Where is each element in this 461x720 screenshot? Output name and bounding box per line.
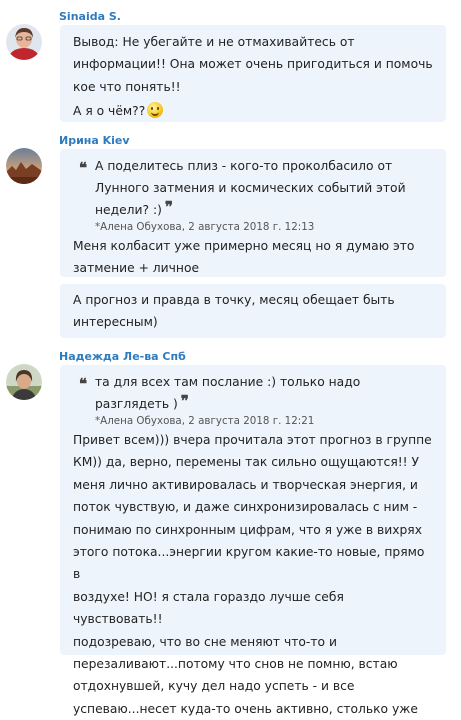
smiley-icon	[147, 102, 164, 119]
user-avatar-icon[interactable]	[6, 364, 42, 400]
quote-close-icon: ❞	[164, 198, 173, 216]
user-avatar-icon[interactable]	[6, 24, 42, 60]
author-name[interactable]: Ирина Kiev	[59, 134, 130, 147]
quote-open-icon: ❝	[79, 375, 88, 393]
message-text: Привет всем))) вчера прочитала этот прог…	[73, 433, 432, 716]
quote-bubble: ❝ та для всех там послание :) только над…	[60, 365, 446, 716]
message-text: Меня колбасит уже примерно месяц но я ду…	[73, 239, 415, 276]
quote-close-icon: ❞	[180, 392, 189, 410]
quote-open-icon: ❝	[79, 159, 88, 177]
message-text: Вывод: Не убегайте и не отмахивайтесь от…	[73, 35, 433, 94]
user-avatar-icon[interactable]	[6, 148, 42, 184]
quote-bubble: ❝ А поделитесь плиз - кого-то проколбаси…	[60, 149, 446, 277]
quoted-message: ❝ та для всех там послание :) только над…	[73, 371, 434, 429]
message-bubble: А прогноз и правда в точку, месяц обещае…	[60, 284, 446, 338]
author-name[interactable]: Надежда Ле-ва Спб	[59, 350, 186, 363]
message-text: А прогноз и правда в точку, месяц обещае…	[73, 293, 395, 330]
author-name[interactable]: Sinaida S.	[59, 10, 121, 23]
quoted-message: ❝ А поделитесь плиз - кого-то проколбаси…	[73, 155, 434, 235]
message-text-2: А я о чём??	[73, 100, 434, 122]
quote-source[interactable]: *Алена Обухова, 2 августа 2018 г. 12:13	[95, 219, 434, 235]
message-bubble: Вывод: Не убегайте и не отмахивайтесь от…	[60, 25, 446, 122]
quote-source[interactable]: *Алена Обухова, 2 августа 2018 г. 12:21	[95, 413, 434, 429]
